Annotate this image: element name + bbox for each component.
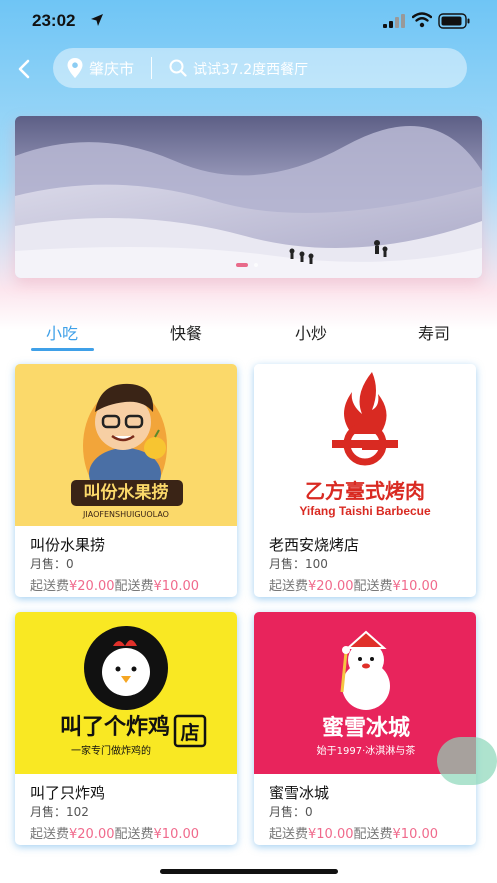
delivery-fee-label: 配送费 [353,579,393,594]
logo-subtext: 始于1997·冰淇淋与茶 [317,744,416,757]
shop-monthly-sales: 月售：102 [30,805,89,819]
delivery-fee-price: ¥10.00 [392,827,439,842]
banner-carousel[interactable] [15,116,482,278]
shop-card[interactable]: 叫份水果捞 JIAOFENSHUIGUOLAO 叫份水果捞 月售：0 起送费¥2… [15,364,237,597]
shop-monthly-sales: 月售：0 [269,805,313,819]
carousel-indicator [236,263,258,267]
logo-text: 叫份水果捞 [84,482,169,503]
back-chevron-icon[interactable] [12,56,38,82]
logo-subtext: Yifang Taishi Barbecue [299,504,431,518]
min-order-price: ¥20.00 [69,579,115,594]
cellular-signal-icon [383,14,405,28]
logo-subtext: JIAOFENSHUIGUOLAO [82,510,169,519]
search-input[interactable]: 试试37.2度西餐厅 [193,59,308,79]
logo-text: 叫了个炸鸡 [60,714,170,740]
shop-logo-fried-chicken: 叫了个炸鸡 店 一家专门做炸鸡的 [15,612,237,774]
floating-action-button[interactable] [437,737,497,785]
tab-stir-fry[interactable]: 小炒 [271,320,351,344]
delivery-fee-label: 配送费 [114,579,154,594]
banner-snow-image [15,116,482,278]
search-bar[interactable]: 肇庆市 试试37.2度西餐厅 [53,48,467,88]
shop-name: 叫了只炸鸡 [30,784,106,802]
shop-logo-bbq: 乙方臺式烤肉 Yifang Taishi Barbecue [254,364,476,526]
shop-monthly-sales: 月售：100 [269,557,328,571]
delivery-fee-price: ¥10.00 [153,579,200,594]
shop-fees: 起送费¥20.00配送费¥10.00 [30,823,199,842]
min-order-price: ¥10.00 [308,827,354,842]
delivery-fee-label: 配送费 [353,827,393,842]
delivery-fee-price: ¥10.00 [392,579,439,594]
shop-fees: 起送费¥10.00配送费¥10.00 [269,823,438,842]
delivery-fee-label: 配送费 [114,827,154,842]
battery-icon [438,13,470,29]
location-arrow-icon [91,14,103,26]
search-divider [151,57,152,79]
shop-card[interactable]: 蜜雪冰城 始于1997·冰淇淋与茶 蜜雪冰城 月售：0 起送费¥10.00配送费… [254,612,476,845]
min-order-label: 起送费 [30,579,70,594]
category-tabs: 小吃 快餐 小炒 寿司 [0,310,497,354]
active-tab-underline [31,348,94,351]
location-pin-icon [67,58,83,78]
min-order-label: 起送费 [269,579,309,594]
shop-name: 蜜雪冰城 [269,784,330,802]
shop-card[interactable]: 叫了个炸鸡 店 一家专门做炸鸡的 叫了只炸鸡 月售：102 起送费¥20.00配… [15,612,237,845]
delivery-fee-price: ¥10.00 [153,827,200,842]
min-order-label: 起送费 [30,827,70,842]
logo-text: 蜜雪冰城 [322,715,410,741]
search-icon [169,59,187,77]
min-order-label: 起送费 [269,827,309,842]
logo-subtext: 一家专门做炸鸡的 [71,744,151,757]
shop-card[interactable]: 乙方臺式烤肉 Yifang Taishi Barbecue 老西安烧烤店 月售：… [254,364,476,597]
logo-text: 乙方臺式烤肉 [305,479,425,503]
status-time: 23:02 [32,11,76,30]
logo-badge: 店 [180,721,199,744]
home-indicator [160,869,338,874]
shop-fees: 起送费¥20.00配送费¥10.00 [30,575,199,594]
wifi-icon [412,12,432,28]
city-selector[interactable]: 肇庆市 [89,58,134,79]
min-order-price: ¥20.00 [69,827,115,842]
shop-monthly-sales: 月售：0 [30,557,74,571]
shop-fees: 起送费¥20.00配送费¥10.00 [269,575,438,594]
tab-snacks[interactable]: 小吃 [22,320,102,344]
tab-fast-food[interactable]: 快餐 [146,320,226,344]
status-bar: 23:02 [0,0,497,44]
shop-name: 叫份水果捞 [30,536,106,554]
min-order-price: ¥20.00 [308,579,354,594]
shop-logo-fruit: 叫份水果捞 JIAOFENSHUIGUOLAO [15,364,237,526]
tab-sushi[interactable]: 寿司 [394,320,474,344]
shop-name: 老西安烧烤店 [269,536,360,554]
